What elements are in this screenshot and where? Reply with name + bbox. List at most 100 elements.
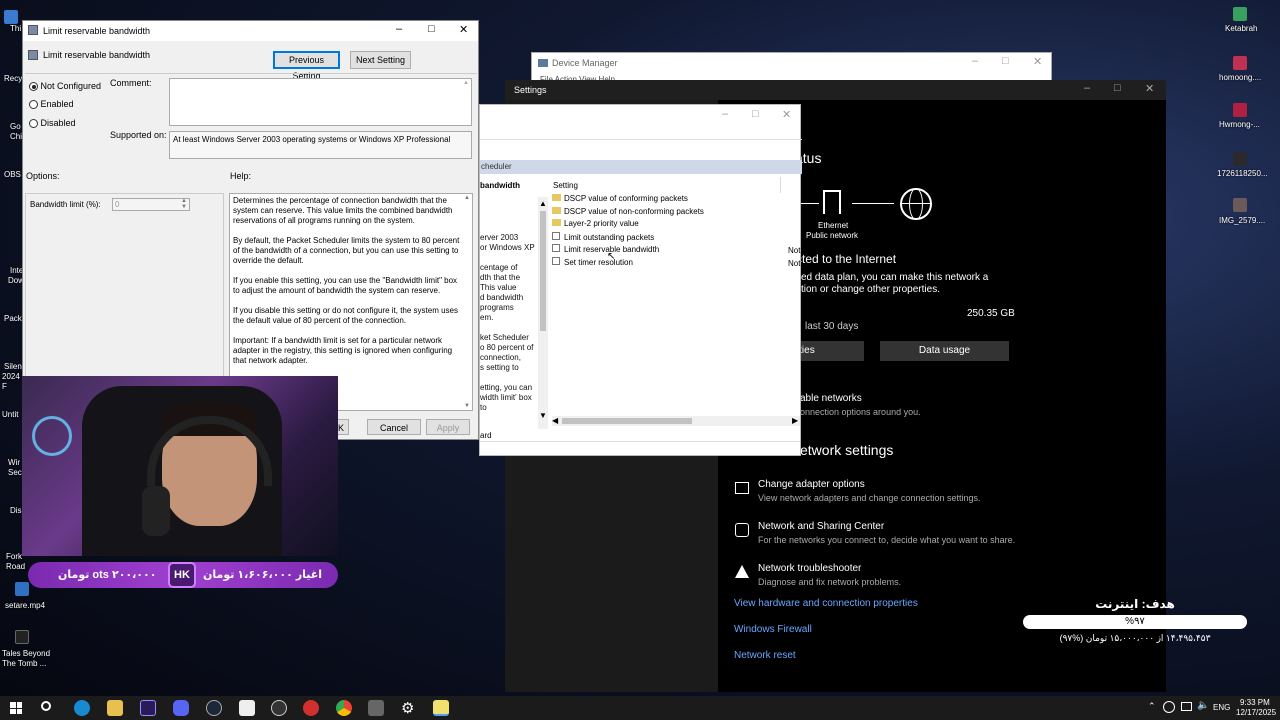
start-icon[interactable] <box>10 702 22 714</box>
data-usage-button[interactable]: Data usage <box>880 341 1009 361</box>
app-icon[interactable] <box>368 700 384 716</box>
comment-textarea[interactable]: ▲ <box>169 78 472 126</box>
image-file-icon[interactable] <box>1233 198 1247 212</box>
list-item[interactable]: Layer-2 priority value <box>552 219 802 232</box>
cancel-button[interactable]: Cancel <box>367 419 421 435</box>
ethernet-icon <box>823 190 841 214</box>
close-icon[interactable]: ✕ <box>1033 55 1042 68</box>
next-setting-button[interactable]: Next Setting <box>350 51 411 69</box>
file-explorer-icon[interactable] <box>107 700 123 716</box>
goal-title: هدف: اینترنت <box>1095 597 1175 611</box>
list-item[interactable]: Set timer resolution <box>552 256 802 270</box>
media-file-icon[interactable] <box>1233 103 1247 117</box>
minimize-icon[interactable]: – <box>1084 82 1090 94</box>
title-bar: Settings – □ ✕ <box>505 80 1166 100</box>
horizontal-scrollbar[interactable]: ◀ ▶ <box>552 416 800 426</box>
apply-button[interactable]: Apply <box>426 419 470 435</box>
scroll-down-icon[interactable]: ▼ <box>464 403 470 409</box>
chrome-icon[interactable] <box>336 700 352 716</box>
discord-icon[interactable] <box>173 700 189 716</box>
scroll-left-icon[interactable]: ◀ <box>552 416 558 425</box>
premiere-icon[interactable] <box>140 700 156 716</box>
vertical-scrollbar[interactable]: ▲ ▼ <box>538 197 548 429</box>
help-label: Help: <box>230 171 252 181</box>
minimize-icon[interactable]: – <box>722 108 728 120</box>
maximize-icon[interactable]: □ <box>1114 82 1121 94</box>
radio-button[interactable] <box>29 100 38 110</box>
hk-badge: HK <box>168 562 196 588</box>
volume-icon[interactable]: 🔈 <box>1197 700 1209 711</box>
maximize-icon[interactable]: □ <box>752 108 759 120</box>
scroll-right-icon[interactable]: ▶ <box>792 416 798 425</box>
list-item[interactable]: Limit reservable bandwidth <box>552 244 802 257</box>
column-divider <box>780 177 781 193</box>
scroll-thumb[interactable] <box>540 211 546 331</box>
close-icon[interactable]: ✕ <box>1145 82 1154 95</box>
media-file-icon[interactable] <box>1233 56 1247 70</box>
video-file-icon[interactable] <box>15 582 29 596</box>
game-shortcut-icon[interactable] <box>15 630 29 644</box>
desktop-icon-label: Ketabrah <box>1225 24 1258 33</box>
spinner-arrows-icon[interactable]: ▲ ▼ <box>181 198 187 210</box>
scroll-up-icon[interactable]: ▲ <box>463 80 469 86</box>
setting-item-title[interactable]: Change adapter options <box>758 479 865 490</box>
close-icon[interactable]: ✕ <box>782 108 791 121</box>
maximize-icon[interactable]: □ <box>1002 55 1009 67</box>
folder-icon <box>552 206 561 214</box>
available-networks-sub: onnection options around you. <box>800 407 921 417</box>
description-line: centage of <box>480 263 518 272</box>
radio-button[interactable] <box>29 82 38 92</box>
scroll-up-icon[interactable]: ▲ <box>464 195 470 201</box>
language-indicator[interactable]: ENG <box>1213 703 1230 712</box>
app-icon[interactable] <box>303 700 319 716</box>
scroll-down-icon[interactable]: ▼ <box>539 411 547 420</box>
sharing-icon <box>735 523 749 537</box>
image-file-icon[interactable] <box>1233 152 1247 166</box>
show-hidden-icons-icon[interactable]: ⌃ <box>1148 701 1156 712</box>
setting-item-title[interactable]: Network troubleshooter <box>758 563 861 574</box>
view-tab[interactable]: ard <box>480 431 492 440</box>
list-item-label: Set timer resolution <box>564 257 633 267</box>
plan-text: ction or change other properties. <box>796 284 940 295</box>
steam-icon[interactable] <box>206 700 222 716</box>
previous-setting-button[interactable]: Previous Setting <box>273 51 340 81</box>
notepad-icon[interactable] <box>433 700 449 716</box>
network-tray-icon[interactable] <box>1163 701 1175 713</box>
scroll-up-icon[interactable]: ▲ <box>539 199 547 208</box>
list-item[interactable]: DSCP value of conforming packets <box>552 194 802 207</box>
calendar-app-icon[interactable] <box>239 700 255 716</box>
radio-button[interactable] <box>29 119 38 129</box>
firewall-link[interactable]: Windows Firewall <box>734 624 812 635</box>
clock-time[interactable]: 9:33 PM <box>1240 698 1270 707</box>
bandwidth-limit-spinner[interactable]: 0 ▲ ▼ <box>112 198 190 211</box>
available-networks-title[interactable]: able networks <box>800 393 862 404</box>
network-reset-link[interactable]: Network reset <box>734 650 796 661</box>
radio-not-configured[interactable]: Not Configured <box>29 81 101 92</box>
taskbar: ⚙ ⌃ 🔈 ENG 9:33 PM 12/17/2025 <box>0 696 1280 720</box>
desktop-icon[interactable] <box>4 10 18 24</box>
desktop-icon-label: Dis <box>10 506 22 515</box>
edge-icon[interactable] <box>74 700 90 716</box>
radio-disabled[interactable]: Disabled <box>29 118 76 129</box>
close-icon[interactable]: ✕ <box>459 23 468 36</box>
list-item[interactable]: DSCP value of non-conforming packets <box>552 206 802 220</box>
setting-item-sub: For the networks you connect to, decide … <box>758 535 1016 545</box>
obs-icon[interactable] <box>271 700 287 716</box>
hardware-properties-link[interactable]: View hardware and connection properties <box>734 598 918 609</box>
search-icon[interactable] <box>41 701 51 711</box>
radio-enabled[interactable]: Enabled <box>29 99 74 110</box>
setting-item-title[interactable]: Network and Sharing Center <box>758 521 884 532</box>
clock-date[interactable]: 12/17/2025 <box>1236 708 1276 717</box>
donor-left: ots ۲۰۰،۰۰۰ تومان <box>58 569 157 581</box>
scroll-thumb[interactable] <box>562 418 692 424</box>
ethernet-tray-icon[interactable] <box>1181 702 1192 711</box>
ketabrah-icon[interactable] <box>1233 7 1247 21</box>
minimize-icon[interactable]: – <box>972 55 978 67</box>
group-policy-editor-window[interactable]: – □ ✕ cheduler bandwidth erver 2003 or W… <box>479 104 802 456</box>
list-item[interactable]: Limit outstanding packets <box>552 231 802 245</box>
minimize-icon[interactable]: – <box>396 23 402 35</box>
bandwidth-limit-label: Bandwidth limit (%): <box>30 200 101 209</box>
maximize-icon[interactable]: □ <box>428 23 435 35</box>
settings-gear-icon[interactable]: ⚙ <box>401 699 414 717</box>
column-header-setting[interactable]: Setting <box>553 181 578 190</box>
